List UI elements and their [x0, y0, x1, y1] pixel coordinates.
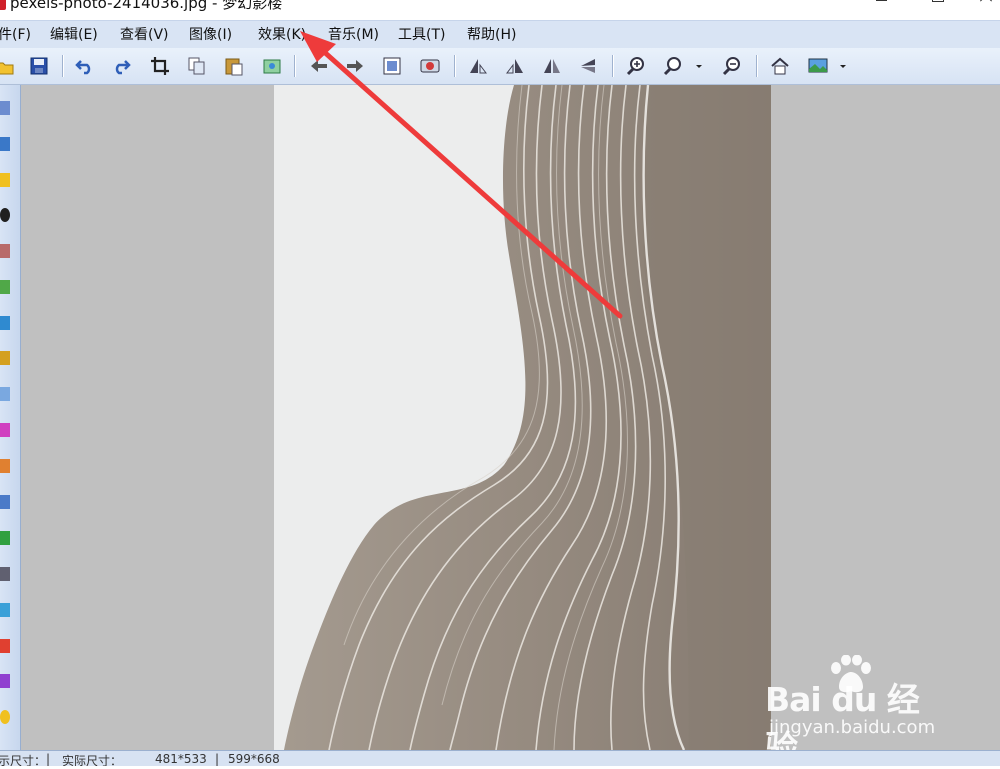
wallpaper-icon[interactable]: [807, 55, 829, 77]
menu-edit[interactable]: 编辑(E): [50, 25, 98, 45]
tool-icon[interactable]: [0, 495, 10, 509]
menu-bar: 件(F) 编辑(E) 查看(V) 图像(I) 效果(K) 音乐(M) 工具(T)…: [0, 20, 1000, 48]
dropdown-arrow-icon[interactable]: [692, 55, 706, 77]
fit-screen-icon[interactable]: [381, 55, 403, 77]
tool-icon[interactable]: [0, 280, 10, 294]
next-icon[interactable]: [344, 55, 366, 77]
title-bar: pexels-photo-2414036.jpg - 梦幻影楼: [0, 0, 1000, 20]
open-icon[interactable]: [0, 55, 16, 77]
save-icon[interactable]: [28, 55, 50, 77]
menu-view[interactable]: 查看(V): [120, 25, 169, 45]
tool-icon[interactable]: [0, 208, 10, 222]
tool-icon[interactable]: [0, 351, 10, 365]
tool-icon[interactable]: [0, 316, 10, 330]
rotate-right-icon[interactable]: [504, 55, 526, 77]
copy-icon[interactable]: [186, 55, 208, 77]
status-bar: 显示尺寸： | 实际尺寸： 481*533 | 599*668: [0, 750, 1000, 766]
toolbar-separator: [294, 55, 296, 77]
menu-image[interactable]: 图像(I): [189, 25, 232, 45]
rotate-left-icon[interactable]: [467, 55, 489, 77]
toolbar-separator: [612, 55, 614, 77]
tool-icon[interactable]: [0, 173, 10, 187]
maximize-icon: [932, 0, 944, 2]
watermark-url: jingyan.baidu.com: [769, 717, 936, 738]
toolbar: [0, 48, 1000, 85]
flip-vertical-icon[interactable]: [577, 55, 599, 77]
paste-icon[interactable]: [223, 55, 245, 77]
tool-icon[interactable]: [0, 710, 10, 724]
display-size-value: 481*533: [155, 752, 207, 766]
photo-canvas: [274, 85, 771, 750]
tool-icon[interactable]: [0, 244, 10, 258]
zoom-in-icon[interactable]: [625, 55, 647, 77]
toolbar-separator: [756, 55, 758, 77]
zoom-icon[interactable]: [662, 55, 684, 77]
tool-icon[interactable]: [0, 459, 10, 473]
minimize-button[interactable]: [862, 0, 902, 14]
menu-effects[interactable]: 效果(K): [258, 25, 306, 45]
app-icon: [0, 0, 6, 10]
tool-icon[interactable]: [0, 387, 10, 401]
tool-icon[interactable]: [0, 101, 10, 115]
menu-music[interactable]: 音乐(M): [328, 25, 379, 45]
prev-icon[interactable]: [308, 55, 330, 77]
status-separator: |: [215, 752, 220, 766]
zoom-out-icon[interactable]: [721, 55, 743, 77]
minimize-icon: [876, 0, 887, 1]
window-title: pexels-photo-2414036.jpg - 梦幻影楼: [10, 0, 283, 12]
dropdown-arrow-icon[interactable]: [836, 55, 850, 77]
toolbar-separator: [62, 55, 64, 77]
undo-icon[interactable]: [74, 55, 96, 77]
toolbar-separator: [454, 55, 456, 77]
menu-file[interactable]: 件(F): [0, 25, 31, 45]
home-icon[interactable]: [769, 55, 791, 77]
close-button[interactable]: [968, 0, 1000, 14]
actual-size-label: 实际尺寸：: [62, 754, 123, 766]
image-workspace[interactable]: [21, 85, 1000, 750]
status-separator: |: [46, 752, 51, 766]
tool-icon[interactable]: [0, 137, 10, 151]
tool-icon[interactable]: [0, 639, 10, 653]
menu-tools[interactable]: 工具(T): [398, 25, 445, 45]
tool-icon[interactable]: [0, 531, 10, 545]
menu-help[interactable]: 帮助(H): [467, 25, 516, 45]
display-size-label: 显示尺寸：: [0, 754, 47, 766]
tool-icon[interactable]: [0, 674, 10, 688]
building-photo: [274, 85, 771, 750]
tool-icon[interactable]: [0, 423, 10, 437]
tool-icon[interactable]: [0, 603, 10, 617]
export-icon[interactable]: [261, 55, 283, 77]
crop-icon[interactable]: [149, 55, 171, 77]
flip-horizontal-icon[interactable]: [541, 55, 563, 77]
maximize-button[interactable]: [918, 0, 958, 14]
slideshow-icon[interactable]: [419, 55, 441, 77]
redo-icon[interactable]: [110, 55, 132, 77]
actual-size-value: 599*668: [228, 752, 280, 766]
baidu-watermark: Bai du 经验 jingyan.baidu.com: [765, 655, 950, 767]
tool-icon[interactable]: [0, 567, 10, 581]
left-toolbox: [0, 85, 21, 750]
